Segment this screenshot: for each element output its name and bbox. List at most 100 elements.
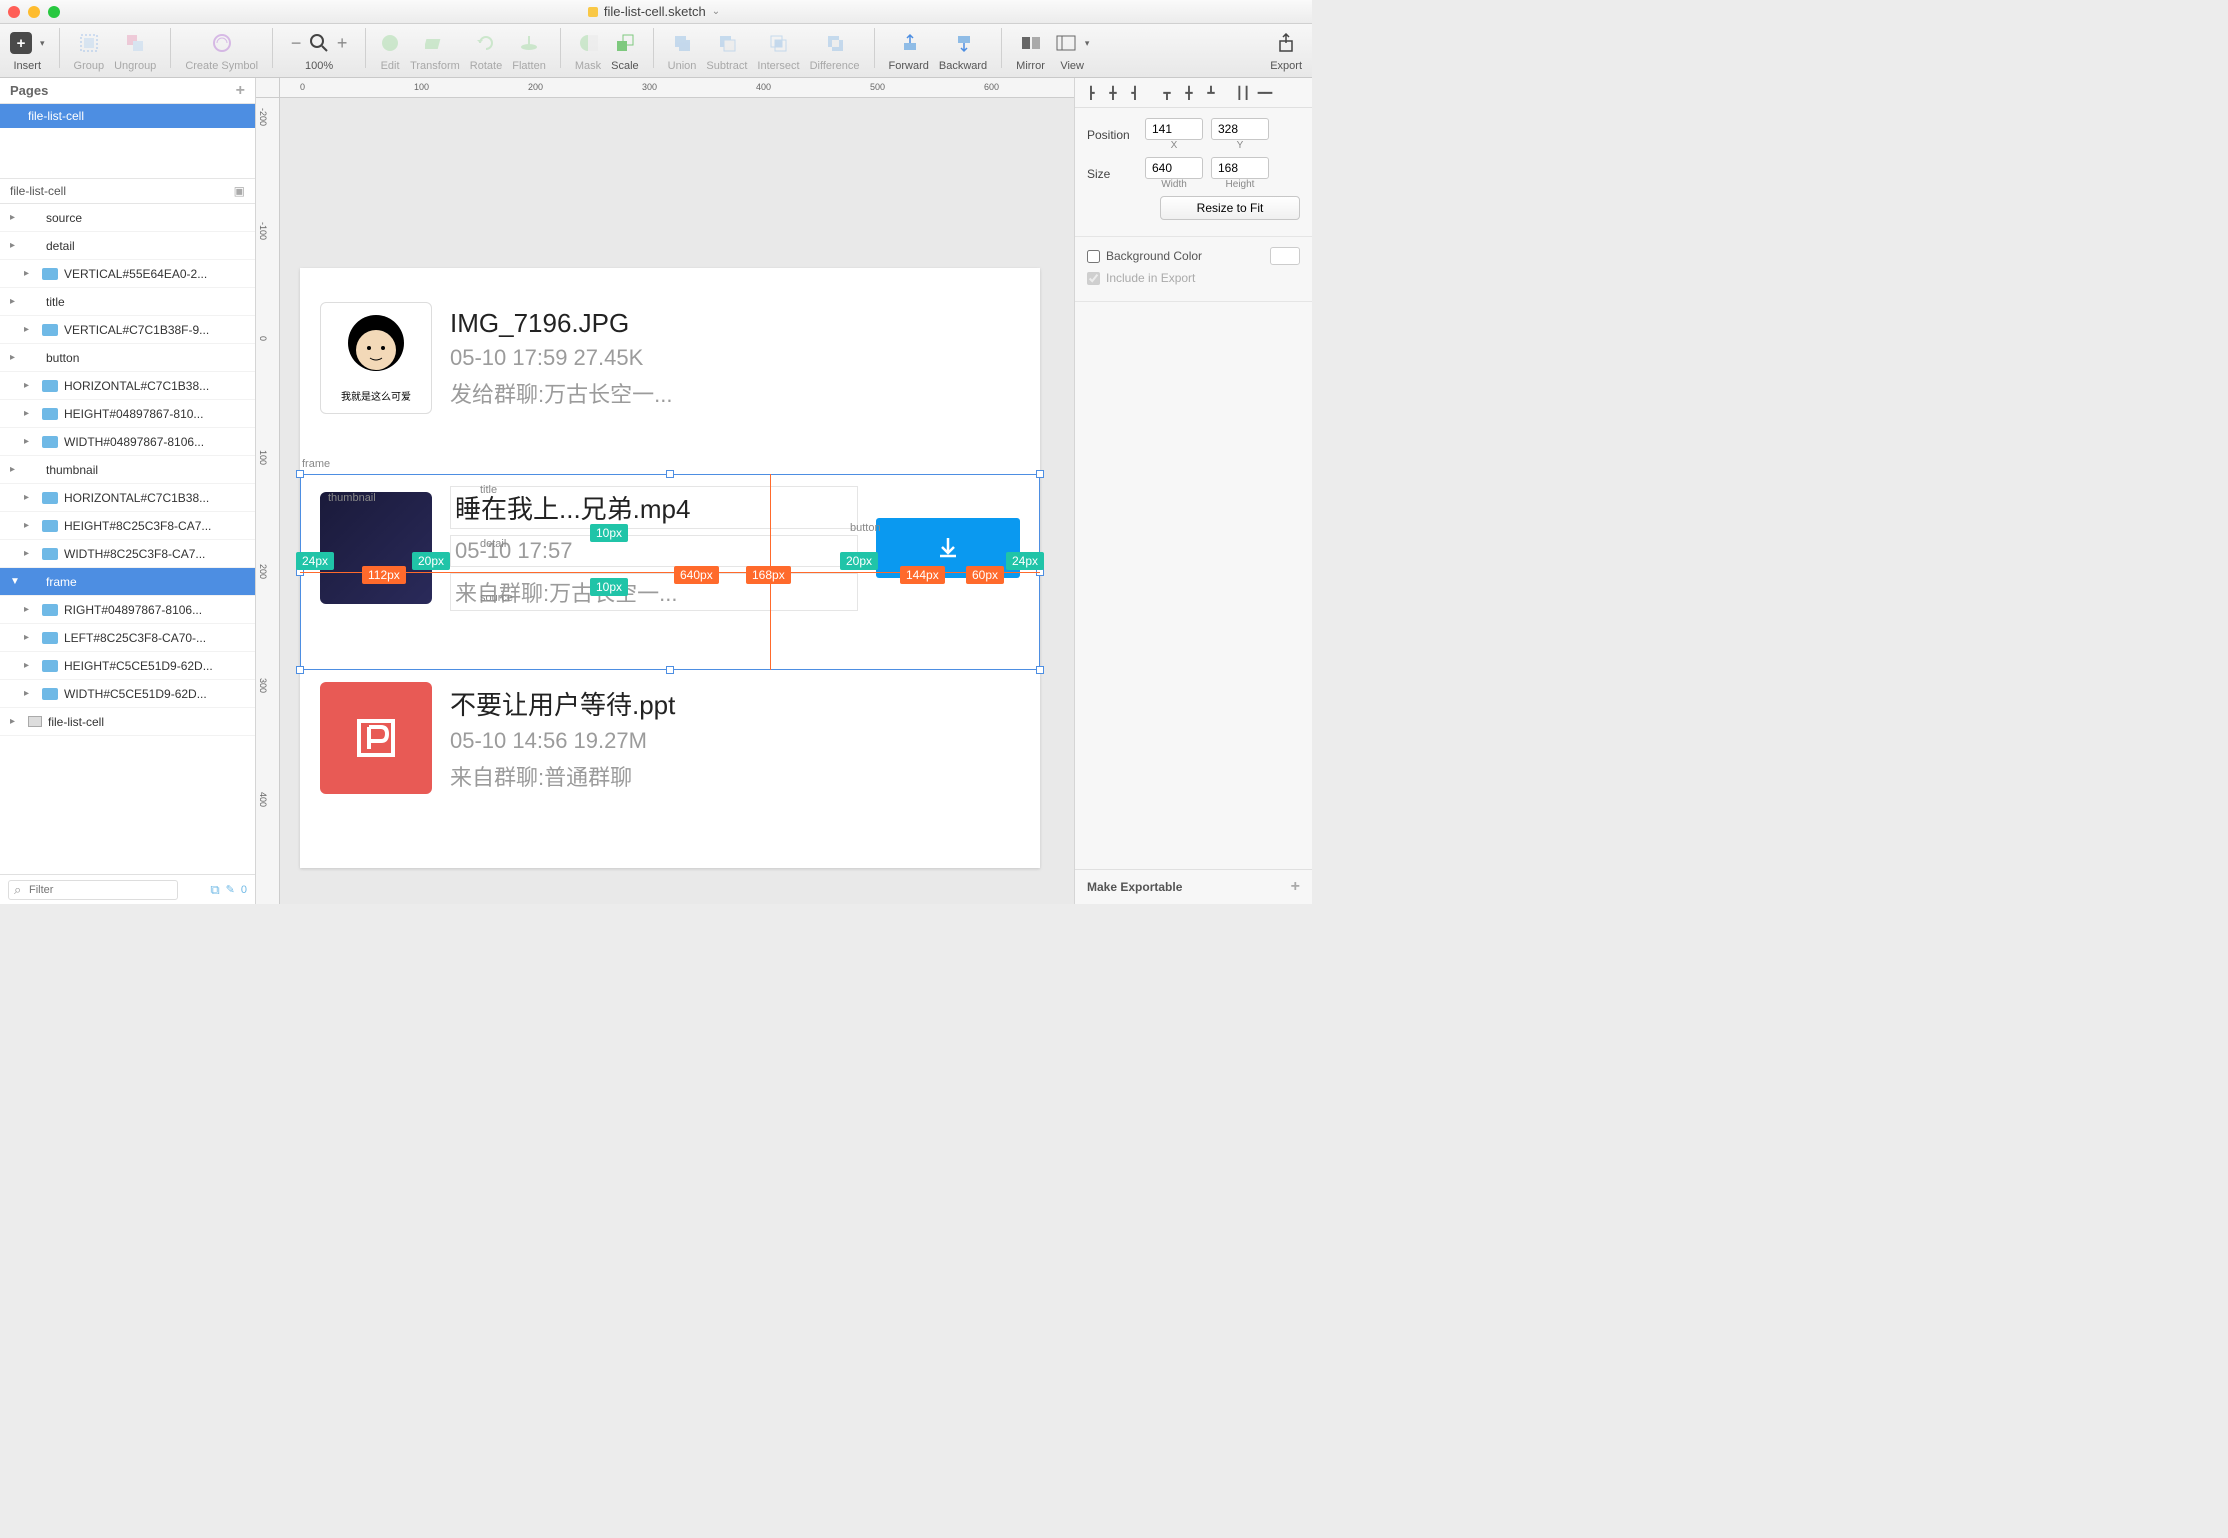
align-right-icon[interactable]: ┫ bbox=[1125, 83, 1145, 103]
artboard-header[interactable]: file-list-cell ▣ bbox=[0, 178, 255, 204]
insert-button[interactable]: +▾ Insert bbox=[10, 28, 45, 72]
flatten-icon bbox=[519, 33, 539, 53]
zoom-out-button[interactable]: − bbox=[287, 33, 305, 54]
chevron-icon[interactable]: ▸ bbox=[24, 408, 36, 419]
layer-row[interactable]: ▸HORIZONTAL#C7C1B38... bbox=[0, 484, 255, 512]
align-top-icon[interactable]: ┳ bbox=[1157, 83, 1177, 103]
layer-row[interactable]: ▸WIDTH#C5CE51D9-62D... bbox=[0, 680, 255, 708]
zoom-in-button[interactable]: + bbox=[333, 33, 351, 54]
layer-row[interactable]: ▸LEFT#8C25C3F8-CA70-... bbox=[0, 624, 255, 652]
height-input[interactable] bbox=[1211, 157, 1269, 179]
export-button[interactable]: Export bbox=[1270, 28, 1302, 72]
ungroup-button[interactable]: Ungroup bbox=[114, 28, 156, 72]
union-button[interactable]: Union bbox=[668, 28, 697, 72]
transform-button[interactable]: Transform bbox=[410, 28, 460, 72]
width-input[interactable] bbox=[1145, 157, 1203, 179]
resize-handle[interactable] bbox=[666, 470, 674, 478]
layers-panel: ▸source▸detail▸VERTICAL#55E64EA0-2...▸ti… bbox=[0, 204, 255, 874]
filter-input[interactable] bbox=[8, 880, 178, 900]
create-symbol-button[interactable]: Create Symbol bbox=[185, 28, 258, 72]
intersect-button[interactable]: Intersect bbox=[757, 28, 799, 72]
view-button[interactable]: ▾View bbox=[1055, 28, 1090, 72]
chevron-icon[interactable]: ▸ bbox=[10, 296, 22, 307]
align-left-icon[interactable]: ┣ bbox=[1081, 83, 1101, 103]
flatten-button[interactable]: Flatten bbox=[512, 28, 546, 72]
layer-row[interactable]: ▸VERTICAL#55E64EA0-2... bbox=[0, 260, 255, 288]
layer-name: RIGHT#04897867-8106... bbox=[64, 603, 202, 617]
add-page-icon[interactable]: + bbox=[236, 82, 245, 100]
chevron-icon[interactable]: ▸ bbox=[24, 632, 36, 643]
canvas[interactable]: 0100200300400500600 -200-100010020030040… bbox=[256, 78, 1074, 904]
resize-handle[interactable] bbox=[296, 666, 304, 674]
page-item[interactable]: file-list-cell bbox=[0, 104, 255, 128]
layer-row[interactable]: ▸HEIGHT#C5CE51D9-62D... bbox=[0, 652, 255, 680]
add-export-icon[interactable]: + bbox=[1291, 878, 1300, 896]
chevron-icon[interactable]: ▸ bbox=[24, 436, 36, 447]
backward-button[interactable]: Backward bbox=[939, 28, 987, 72]
layer-row[interactable]: ▸ RIGHT#04897867-8106... bbox=[0, 596, 255, 624]
close-icon[interactable] bbox=[8, 6, 20, 18]
forward-button[interactable]: Forward bbox=[889, 28, 929, 72]
rotate-button[interactable]: Rotate bbox=[470, 28, 502, 72]
chevron-icon[interactable]: ▸ bbox=[24, 660, 36, 671]
edit-button[interactable]: Edit bbox=[380, 28, 400, 72]
group-button[interactable]: Group bbox=[74, 28, 105, 72]
chevron-icon[interactable]: ▸ bbox=[24, 492, 36, 503]
distribute-h-icon[interactable]: ┃┃ bbox=[1233, 83, 1253, 103]
maximize-icon[interactable] bbox=[48, 6, 60, 18]
mask-button[interactable]: Mask bbox=[575, 28, 601, 72]
layer-row[interactable]: ▸thumbnail bbox=[0, 456, 255, 484]
filter-pen-icon[interactable]: ✎ bbox=[226, 883, 235, 896]
layer-row[interactable]: ▸HEIGHT#04897867-810... bbox=[0, 400, 255, 428]
make-exportable-section[interactable]: Make Exportable + bbox=[1075, 869, 1312, 904]
distribute-v-icon[interactable]: ━━ bbox=[1255, 83, 1275, 103]
artboard-menu-icon[interactable]: ▣ bbox=[234, 184, 245, 198]
layer-row[interactable]: ▸file-list-cell bbox=[0, 708, 255, 736]
position-y-input[interactable] bbox=[1211, 118, 1269, 140]
layer-row[interactable]: ▸source bbox=[0, 204, 255, 232]
chevron-icon[interactable]: ▸ bbox=[10, 464, 22, 475]
layer-row[interactable]: ▸WIDTH#04897867-8106... bbox=[0, 428, 255, 456]
chevron-icon[interactable]: ▸ bbox=[10, 240, 22, 251]
mirror-button[interactable]: Mirror bbox=[1016, 28, 1045, 72]
chevron-icon[interactable]: ▸ bbox=[24, 380, 36, 391]
chevron-icon[interactable]: ▸ bbox=[24, 324, 36, 335]
layer-row[interactable]: ▸WIDTH#8C25C3F8-CA7... bbox=[0, 540, 255, 568]
resize-handle[interactable] bbox=[296, 470, 304, 478]
chevron-icon[interactable]: ▸ bbox=[24, 268, 36, 279]
resize-handle[interactable] bbox=[666, 666, 674, 674]
layer-row[interactable]: ▸title bbox=[0, 288, 255, 316]
resize-to-fit-button[interactable]: Resize to Fit bbox=[1160, 196, 1300, 220]
layer-row[interactable]: ▼frame bbox=[0, 568, 255, 596]
chevron-icon[interactable]: ▸ bbox=[24, 520, 36, 531]
resize-handle[interactable] bbox=[1036, 666, 1044, 674]
background-color-row[interactable]: Background Color bbox=[1087, 247, 1300, 265]
chevron-icon[interactable]: ▸ bbox=[10, 352, 22, 363]
color-swatch[interactable] bbox=[1270, 247, 1300, 265]
filter-copy-icon[interactable]: ⧉ bbox=[210, 882, 219, 898]
scale-button[interactable]: Scale bbox=[611, 28, 639, 72]
chevron-icon[interactable]: ▸ bbox=[24, 548, 36, 559]
chevron-icon[interactable]: ▸ bbox=[24, 688, 36, 699]
layer-row[interactable]: ▸VERTICAL#C7C1B38F-9... bbox=[0, 316, 255, 344]
chevron-icon[interactable]: ▸ bbox=[24, 604, 36, 615]
chevron-down-icon[interactable]: ⌄ bbox=[712, 6, 720, 17]
position-x-input[interactable] bbox=[1145, 118, 1203, 140]
chevron-icon[interactable]: ▸ bbox=[10, 716, 22, 727]
resize-handle[interactable] bbox=[1036, 470, 1044, 478]
align-center-v-icon[interactable]: ╋ bbox=[1179, 83, 1199, 103]
layer-row[interactable]: ▸HORIZONTAL#C7C1B38... bbox=[0, 372, 255, 400]
chevron-icon[interactable]: ▸ bbox=[10, 212, 22, 223]
layer-row[interactable]: ▸button bbox=[0, 344, 255, 372]
layer-row[interactable]: ▸HEIGHT#8C25C3F8-CA7... bbox=[0, 512, 255, 540]
align-center-h-icon[interactable]: ╋ bbox=[1103, 83, 1123, 103]
minimize-icon[interactable] bbox=[28, 6, 40, 18]
background-color-checkbox[interactable] bbox=[1087, 250, 1100, 263]
difference-button[interactable]: Difference bbox=[810, 28, 860, 72]
subtract-button[interactable]: Subtract bbox=[706, 28, 747, 72]
align-bottom-icon[interactable]: ┻ bbox=[1201, 83, 1221, 103]
zoom-control[interactable]: − + 100% bbox=[287, 28, 351, 72]
layer-row[interactable]: ▸detail bbox=[0, 232, 255, 260]
measure-badge: 112px bbox=[362, 566, 406, 584]
chevron-icon[interactable]: ▼ bbox=[10, 576, 22, 587]
